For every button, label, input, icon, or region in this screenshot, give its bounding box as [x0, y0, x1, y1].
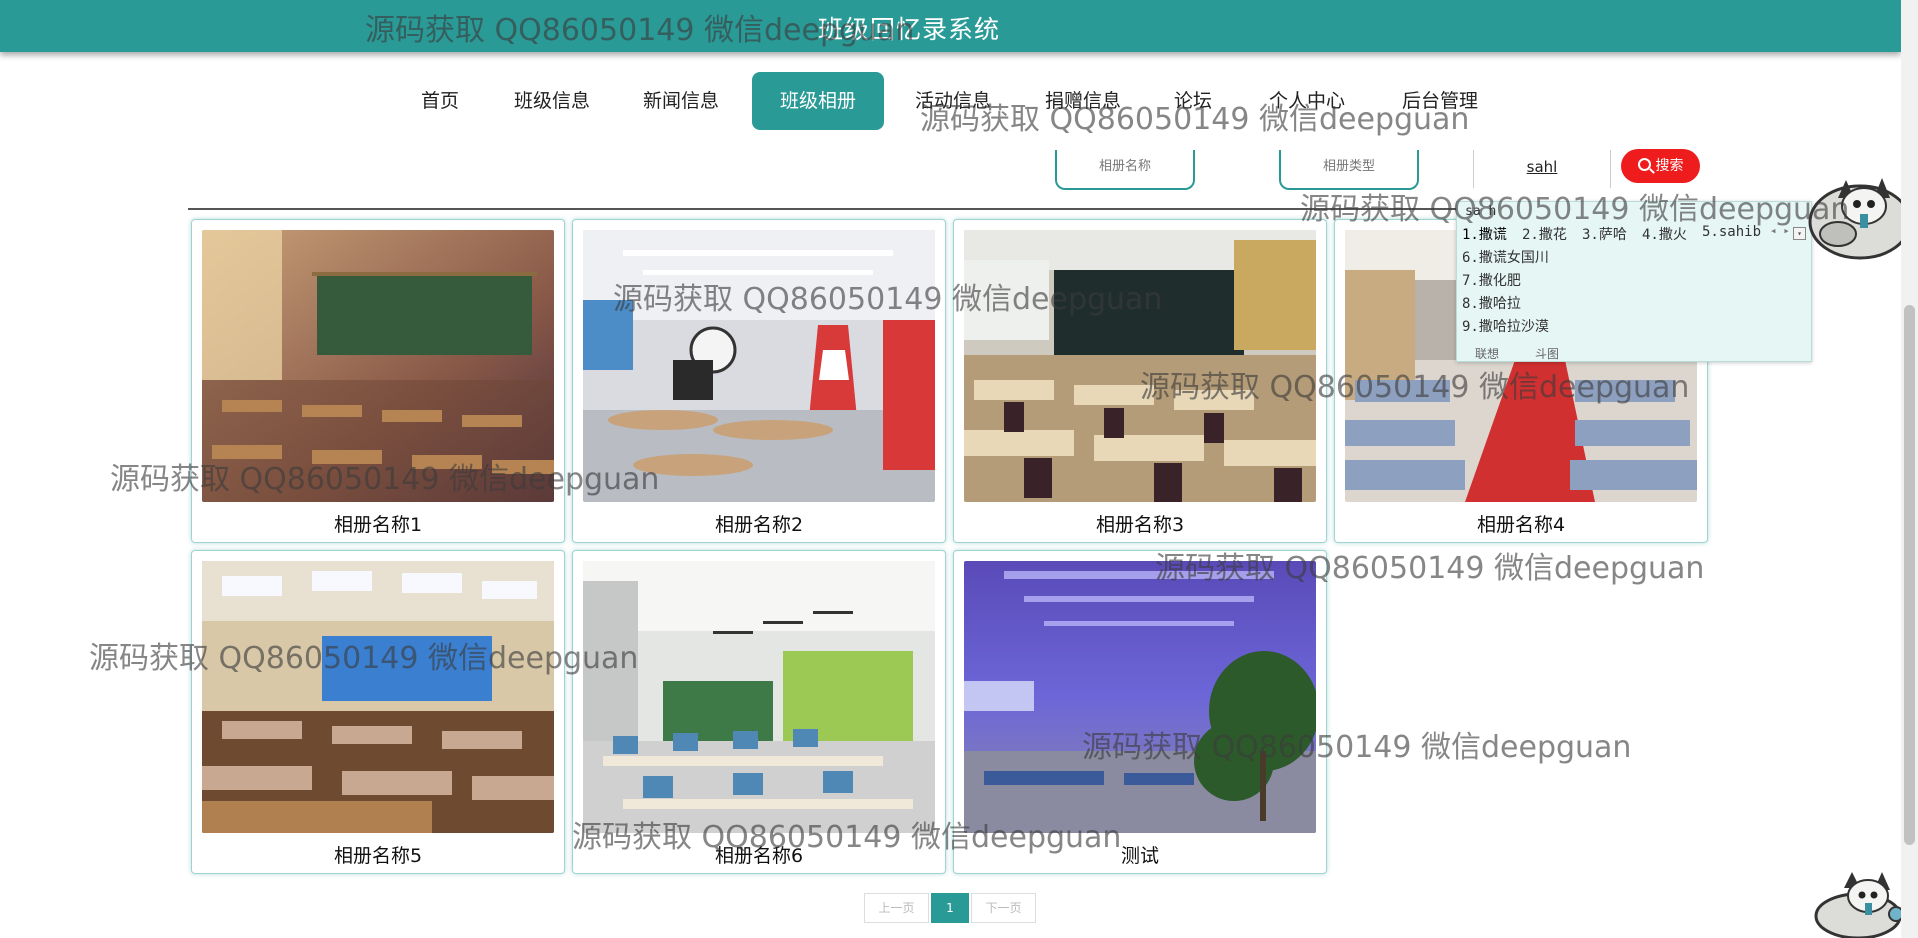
- album-type-input[interactable]: 相册类型: [1279, 150, 1419, 190]
- nav-item-activities[interactable]: 活动信息: [903, 72, 1003, 130]
- album-name-input[interactable]: 相册名称: [1055, 150, 1195, 190]
- album-name: 测试: [1120, 845, 1159, 867]
- search-icon: [1637, 158, 1651, 171]
- ime-candidate[interactable]: 2.撒花: [1522, 224, 1567, 244]
- album-card[interactable]: 相册名称5: [191, 550, 565, 874]
- cat-mascot-icon: [1808, 178, 1912, 260]
- album-photo: [202, 230, 554, 502]
- album-card[interactable]: 相册名称3: [953, 219, 1327, 543]
- album-name: 相册名称6: [714, 845, 804, 867]
- ime-candidate-popup: sa h 1.撒谎 2.撒花 3.萨哈 4.撒火 5.sahib 6.撒谎女国川…: [1456, 201, 1812, 362]
- album-photo: [202, 561, 554, 833]
- nav-item-home[interactable]: 首页: [405, 72, 475, 130]
- nav-item-forum[interactable]: 论坛: [1163, 72, 1223, 130]
- cat-mascot-icon: [1814, 872, 1904, 938]
- ime-page-arrows[interactable]: ◂ ▸: [1770, 224, 1790, 237]
- ime-input-text: sahl: [1526, 158, 1558, 176]
- ime-composition-field[interactable]: sahl: [1473, 150, 1611, 188]
- scrollbar-thumb[interactable]: [1904, 305, 1915, 845]
- nav-item-class-info[interactable]: 班级信息: [502, 72, 602, 130]
- nav-item-admin[interactable]: 后台管理: [1390, 72, 1490, 130]
- nav-item-class-album[interactable]: 班级相册: [752, 72, 884, 130]
- ime-footer-suggest[interactable]: 联想: [1475, 345, 1499, 362]
- nav-item-news[interactable]: 新闻信息: [631, 72, 731, 130]
- album-photo: [964, 561, 1316, 833]
- nav-item-personal-center[interactable]: 个人中心: [1257, 72, 1357, 130]
- ime-footer-sticker[interactable]: 斗图: [1535, 345, 1559, 362]
- search-button[interactable]: 搜索: [1621, 149, 1700, 183]
- album-card[interactable]: 相册名称6: [572, 550, 946, 874]
- main-nav: 首页 班级信息 新闻信息 班级相册 活动信息 捐赠信息 论坛 个人中心 后台管理: [0, 72, 1901, 130]
- header-bar: 班级回忆录系统: [0, 0, 1901, 52]
- ime-candidate[interactable]: 3.萨哈: [1582, 224, 1627, 244]
- ime-candidate[interactable]: 9.撒哈拉沙漠: [1462, 316, 1549, 336]
- album-photo: [583, 561, 935, 833]
- nav-item-donations[interactable]: 捐赠信息: [1033, 72, 1133, 130]
- album-name: 相册名称2: [714, 514, 804, 536]
- pagination-prev[interactable]: 上一页: [864, 893, 929, 923]
- vertical-scrollbar[interactable]: [1901, 0, 1918, 938]
- album-card[interactable]: 测试: [953, 550, 1327, 874]
- pagination-page-1[interactable]: 1: [931, 893, 969, 923]
- ime-candidate[interactable]: 5.sahib: [1702, 224, 1761, 240]
- album-photo: [964, 230, 1316, 502]
- album-name: 相册名称5: [333, 845, 423, 867]
- ime-composition: sa h: [1465, 204, 1497, 219]
- ime-candidate[interactable]: 8.撒哈拉: [1462, 293, 1521, 313]
- search-button-label: 搜索: [1655, 158, 1684, 174]
- album-card[interactable]: 相册名称2: [572, 219, 946, 543]
- pagination-next[interactable]: 下一页: [971, 893, 1036, 923]
- ime-candidate[interactable]: 7.撒化肥: [1462, 270, 1521, 290]
- ime-candidate[interactable]: 4.撒火: [1642, 224, 1687, 244]
- album-name: 相册名称4: [1476, 514, 1566, 536]
- ime-candidate[interactable]: 1.撒谎: [1462, 224, 1507, 244]
- ime-candidate[interactable]: 6.撒谎女国川: [1462, 247, 1549, 267]
- album-card[interactable]: 相册名称1: [191, 219, 565, 543]
- album-name: 相册名称1: [333, 514, 423, 536]
- ime-menu-icon[interactable]: ▾: [1793, 227, 1806, 240]
- album-name: 相册名称3: [1095, 514, 1185, 536]
- site-title: 班级回忆录系统: [817, 15, 1000, 44]
- album-photo: [583, 230, 935, 502]
